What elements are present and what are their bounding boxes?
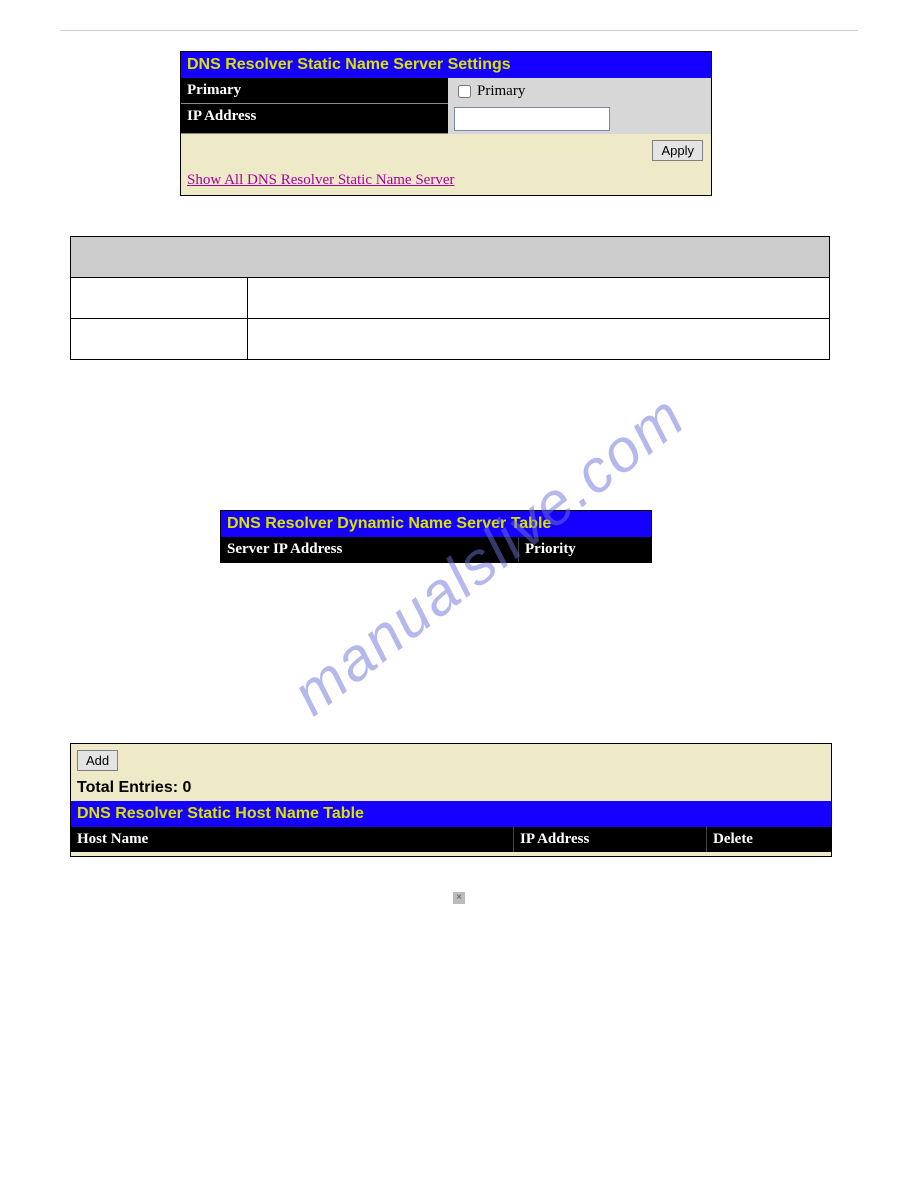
dynamic-name-server-table-panel: DNS Resolver Dynamic Name Server Table S… [220, 510, 652, 563]
ip-address-input[interactable] [454, 107, 610, 131]
param-cell [248, 278, 830, 319]
col-delete: Delete [707, 827, 831, 852]
primary-checkbox[interactable] [458, 85, 471, 98]
panel2-title: DNS Resolver Dynamic Name Server Table [221, 511, 651, 537]
col-server-ip: Server IP Address [221, 537, 519, 562]
col-priority: Priority [519, 537, 651, 562]
col-host-name: Host Name [71, 827, 514, 852]
top-divider [60, 30, 858, 31]
col-ip-address: IP Address [514, 827, 707, 852]
ip-address-label: IP Address [181, 104, 448, 134]
primary-checkbox-label: Primary [477, 83, 525, 100]
close-icon: × [453, 892, 465, 904]
apply-button[interactable]: Apply [652, 140, 703, 161]
static-host-name-table-panel: Add Total Entries: 0 DNS Resolver Static… [70, 743, 832, 857]
total-entries: Total Entries: 0 [71, 773, 831, 801]
panel1-title: DNS Resolver Static Name Server Settings [181, 52, 711, 78]
panel3-title: DNS Resolver Static Host Name Table [71, 801, 831, 827]
add-button[interactable]: Add [77, 750, 118, 771]
primary-label: Primary [181, 78, 448, 104]
param-table-header [71, 237, 830, 278]
param-cell [71, 278, 248, 319]
static-name-server-settings-panel: DNS Resolver Static Name Server Settings… [180, 51, 712, 196]
param-cell [71, 319, 248, 360]
show-all-link[interactable]: Show All DNS Resolver Static Name Server [187, 172, 454, 188]
param-cell [248, 319, 830, 360]
parameter-table [70, 236, 830, 360]
